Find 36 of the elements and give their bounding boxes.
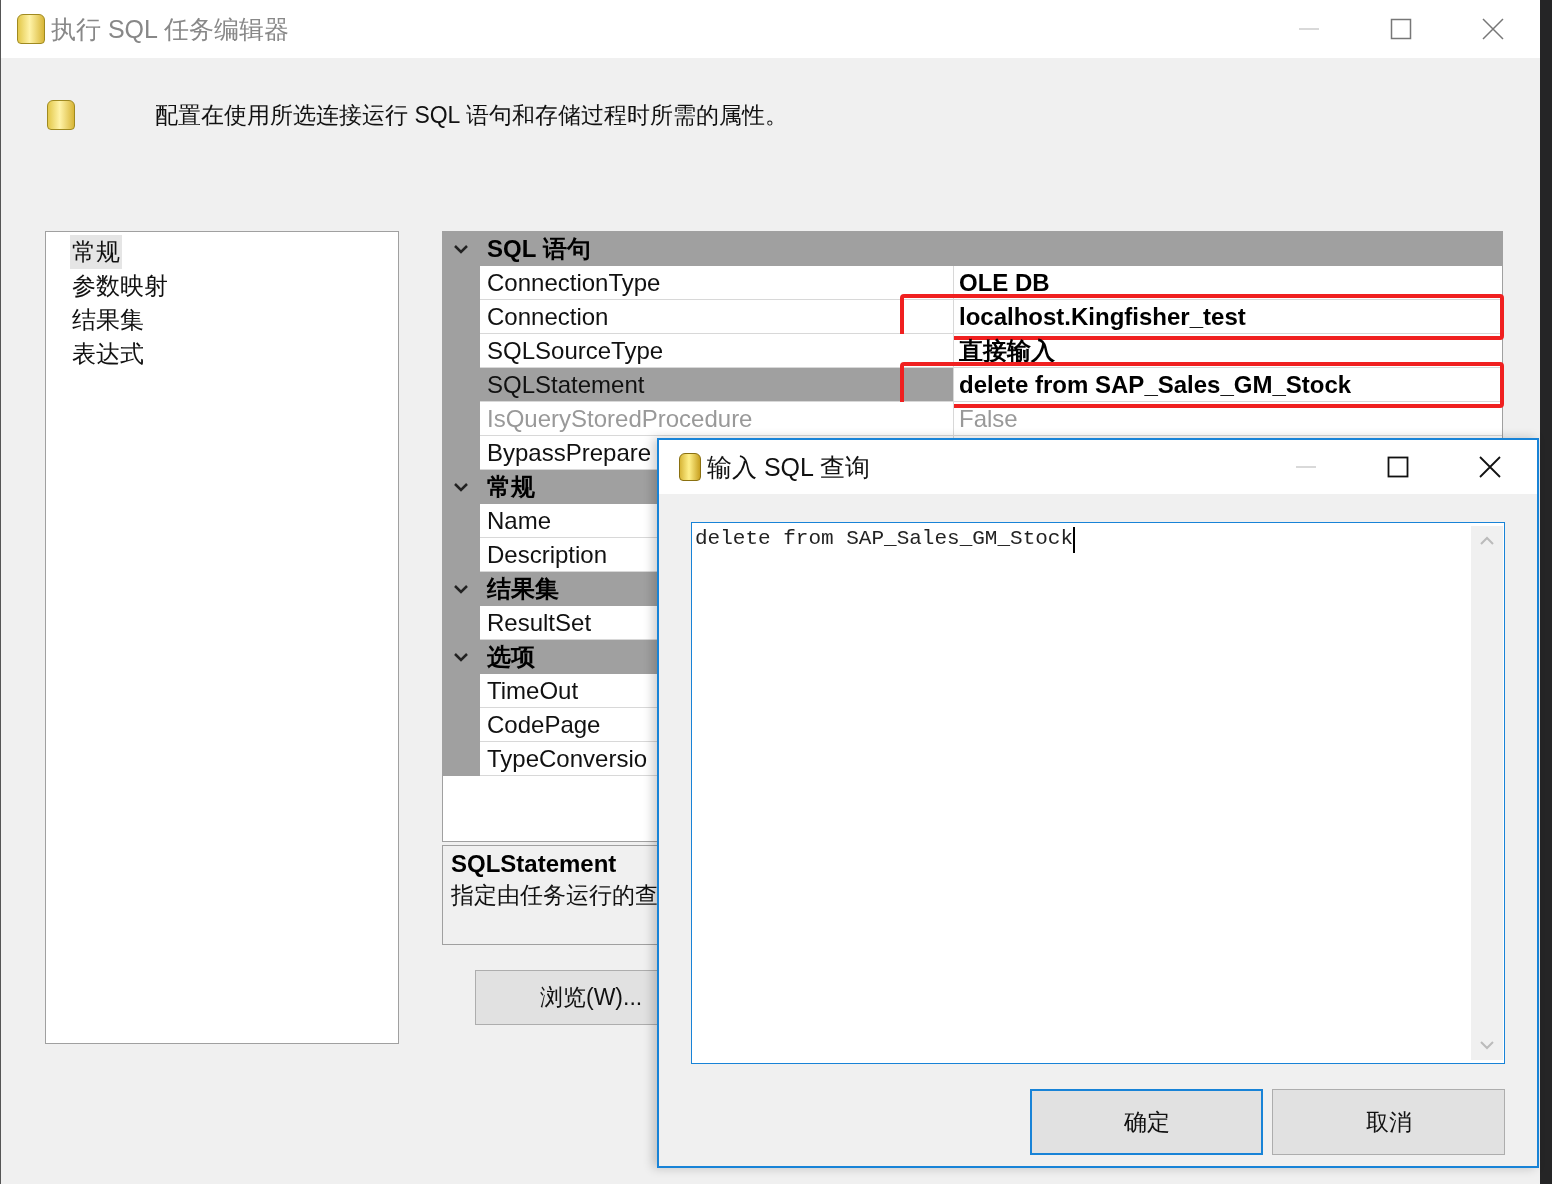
nav-item[interactable]: 结果集 bbox=[70, 303, 146, 337]
chevron-down-icon[interactable] bbox=[453, 584, 469, 594]
property-value[interactable]: delete from SAP_Sales_GM_Stock bbox=[954, 368, 1502, 402]
chevron-down-icon[interactable] bbox=[453, 482, 469, 492]
text-cursor bbox=[1073, 527, 1075, 553]
nav-item[interactable]: 常规 bbox=[70, 235, 122, 269]
nav-item[interactable]: 表达式 bbox=[70, 337, 146, 371]
property-description: 指定由任务运行的查 bbox=[451, 881, 659, 910]
property-name[interactable]: ConnectionType bbox=[480, 266, 954, 300]
category-title: SQL 语句 bbox=[487, 234, 591, 264]
close-icon[interactable] bbox=[1479, 456, 1501, 478]
dialog-button[interactable]: 取消 bbox=[1272, 1089, 1505, 1155]
database-check-icon bbox=[679, 453, 701, 481]
property-name[interactable]: SQLStatement bbox=[480, 368, 954, 402]
property-name[interactable]: SQLSourceType bbox=[480, 334, 954, 368]
category-title: 选项 bbox=[487, 642, 535, 672]
property-value[interactable]: localhost.Kingfisher_test bbox=[954, 300, 1502, 334]
query-text: delete from SAP_Sales_GM_Stock bbox=[695, 527, 1074, 550]
maximize-icon[interactable] bbox=[1387, 456, 1409, 478]
category-header[interactable]: SQL 语句 bbox=[443, 232, 1502, 266]
dialog-title: 输入 SQL 查询 bbox=[707, 451, 870, 483]
database-scroll-icon bbox=[17, 14, 45, 44]
chevron-down-icon[interactable] bbox=[453, 652, 469, 662]
property-value[interactable]: OLE DB bbox=[954, 266, 1502, 300]
window-title: 执行 SQL 任务编辑器 bbox=[51, 13, 289, 45]
nav-item[interactable]: 参数映射 bbox=[70, 269, 170, 303]
category-title: 常规 bbox=[487, 472, 535, 502]
category-title: 结果集 bbox=[487, 574, 559, 604]
dialog-button[interactable]: 确定 bbox=[1030, 1089, 1263, 1155]
chevron-down-icon[interactable] bbox=[453, 244, 469, 254]
description-text: 配置在使用所选连接运行 SQL 语句和存储过程时所需的属性。 bbox=[155, 100, 788, 130]
property-title: SQLStatement bbox=[451, 850, 618, 878]
property-name[interactable]: Connection bbox=[480, 300, 954, 334]
property-value[interactable]: 直接输入 bbox=[954, 334, 1502, 368]
database-scroll-icon bbox=[47, 100, 75, 130]
query-field[interactable]: delete from SAP_Sales_GM_Stock bbox=[691, 522, 1505, 1064]
